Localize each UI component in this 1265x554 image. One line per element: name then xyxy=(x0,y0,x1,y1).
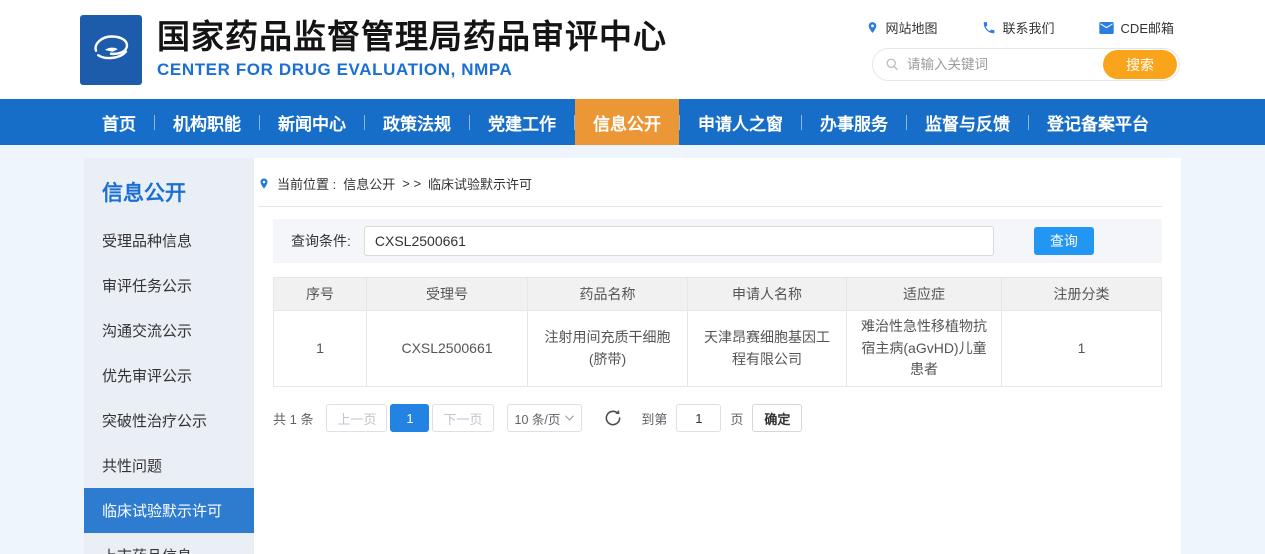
cde-swallow-icon xyxy=(87,23,135,76)
mail-icon xyxy=(1099,22,1114,34)
confirm-button[interactable]: 确定 xyxy=(752,404,802,432)
breadcrumb-separator: > > xyxy=(402,176,421,191)
content-wrap: 信息公开 受理品种信息审评任务公示沟通交流公示优先审评公示突破性治疗公示共性问题… xyxy=(84,158,1181,554)
site-header: 国家药品监督管理局药品审评中心 CENTER FOR DRUG EVALUATI… xyxy=(0,0,1265,99)
table-header-cell: 注册分类 xyxy=(1002,278,1162,311)
site-search-bar: 搜索 xyxy=(872,48,1180,81)
next-page-button[interactable]: 下一页 xyxy=(432,404,493,432)
goto-page-unit: 页 xyxy=(730,409,743,428)
table-cell: CXSL2500661 xyxy=(367,311,528,387)
sidebar-item-1[interactable]: 审评任务公示 xyxy=(84,263,254,308)
prev-page-button[interactable]: 上一页 xyxy=(326,404,387,432)
main-navbar: 首页机构职能新闻中心政策法规党建工作信息公开申请人之窗办事服务监督与反馈登记备案… xyxy=(0,99,1265,145)
table-header-cell: 序号 xyxy=(274,278,367,311)
site-subtitle: CENTER FOR DRUG EVALUATION, NMPA xyxy=(157,60,667,80)
search-icon xyxy=(885,57,900,72)
table-header-row: 序号受理号药品名称申请人名称适应症注册分类 xyxy=(274,278,1162,311)
nav-item-3[interactable]: 政策法规 xyxy=(365,99,469,145)
site-title: 国家药品监督管理局药品审评中心 xyxy=(157,19,667,55)
refresh-icon[interactable] xyxy=(603,408,623,428)
site-search-button[interactable]: 搜索 xyxy=(1103,50,1177,79)
pagination: 共 1 条 上一页 1 下一页 10 条/页 xyxy=(273,404,1162,432)
sidebar-title: 信息公开 xyxy=(84,158,254,218)
phone-icon xyxy=(982,21,996,35)
table-cell: 1 xyxy=(1002,311,1162,387)
sidebar-item-5[interactable]: 共性问题 xyxy=(84,443,254,488)
nav-item-5[interactable]: 信息公开 xyxy=(575,99,679,145)
pagination-total: 共 1 条 xyxy=(273,409,313,428)
nav-item-8[interactable]: 监督与反馈 xyxy=(907,99,1028,145)
table-cell: 注射用间充质干细胞(脐带) xyxy=(528,311,688,387)
nav-item-0[interactable]: 首页 xyxy=(84,99,154,145)
sidebar-item-4[interactable]: 突破性治疗公示 xyxy=(84,398,254,443)
nav-item-4[interactable]: 党建工作 xyxy=(470,99,574,145)
table-cell: 天津昂赛细胞基因工程有限公司 xyxy=(688,311,847,387)
page-size-select[interactable]: 10 条/页 xyxy=(507,404,583,432)
quick-links: 网站地图 联系我们 CDE邮箱 xyxy=(866,18,1174,37)
sidebar-item-2[interactable]: 沟通交流公示 xyxy=(84,308,254,353)
table-header-cell: 受理号 xyxy=(367,278,528,311)
sidebar-item-3[interactable]: 优先审评公示 xyxy=(84,353,254,398)
goto-page-label: 到第 xyxy=(641,409,667,428)
header-right: 网站地图 联系我们 CDE邮箱 xyxy=(866,18,1180,81)
main-nav: 首页机构职能新闻中心政策法规党建工作信息公开申请人之窗办事服务监督与反馈登记备案… xyxy=(84,99,1181,145)
location-pin-icon xyxy=(866,20,879,35)
table-body: 1CXSL2500661注射用间充质干细胞(脐带)天津昂赛细胞基因工程有限公司难… xyxy=(274,311,1162,387)
goto-page-input[interactable] xyxy=(676,404,721,432)
table-cell: 难治性急性移植物抗宿主病(aGvHD)儿童患者 xyxy=(847,311,1002,387)
sidebar-item-7[interactable]: 上市药品信息 xyxy=(84,533,254,554)
table-row: 1CXSL2500661注射用间充质干细胞(脐带)天津昂赛细胞基因工程有限公司难… xyxy=(274,311,1162,387)
page-size-value: 10 条/页 xyxy=(515,409,561,428)
breadcrumb: 当前位置 : 信息公开 > > 临床试验默示许可 xyxy=(258,171,1162,207)
sidebar-item-0[interactable]: 受理品种信息 xyxy=(84,218,254,263)
cde-mail-link[interactable]: CDE邮箱 xyxy=(1099,18,1174,37)
breadcrumb-current[interactable]: 临床试验默示许可 xyxy=(428,174,532,193)
site-titles: 国家药品监督管理局药品审评中心 CENTER FOR DRUG EVALUATI… xyxy=(157,19,667,79)
query-input[interactable] xyxy=(364,226,994,256)
sitemap-label: 网站地图 xyxy=(886,18,938,37)
sitemap-link[interactable]: 网站地图 xyxy=(866,18,938,37)
sidebar-menu: 受理品种信息审评任务公示沟通交流公示优先审评公示突破性治疗公示共性问题临床试验默… xyxy=(84,218,254,554)
nav-item-2[interactable]: 新闻中心 xyxy=(260,99,364,145)
breadcrumb-label: 当前位置 : xyxy=(277,174,336,193)
query-button[interactable]: 查询 xyxy=(1034,227,1094,255)
table-header-cell: 适应症 xyxy=(847,278,1002,311)
logo-block: 国家药品监督管理局药品审评中心 CENTER FOR DRUG EVALUATI… xyxy=(80,15,667,85)
chevron-down-icon xyxy=(565,415,574,421)
table-header-cell: 申请人名称 xyxy=(688,278,847,311)
results-table: 序号受理号药品名称申请人名称适应症注册分类 1CXSL2500661注射用间充质… xyxy=(273,277,1162,387)
breadcrumb-pin-icon xyxy=(258,176,270,191)
nav-item-1[interactable]: 机构职能 xyxy=(155,99,259,145)
table-header-cell: 药品名称 xyxy=(528,278,688,311)
cde-logo xyxy=(80,15,142,85)
sidebar: 信息公开 受理品种信息审评任务公示沟通交流公示优先审评公示突破性治疗公示共性问题… xyxy=(84,158,254,554)
table-cell: 1 xyxy=(274,311,367,387)
nav-item-7[interactable]: 办事服务 xyxy=(802,99,906,145)
query-label: 查询条件: xyxy=(291,231,351,251)
main-content: 当前位置 : 信息公开 > > 临床试验默示许可 查询条件: 查询 序号受理号药… xyxy=(254,158,1181,554)
breadcrumb-section[interactable]: 信息公开 xyxy=(343,174,395,193)
contact-link[interactable]: 联系我们 xyxy=(982,18,1055,37)
cde-mail-label: CDE邮箱 xyxy=(1121,18,1174,37)
nav-item-6[interactable]: 申请人之窗 xyxy=(680,99,801,145)
page-body: 信息公开 受理品种信息审评任务公示沟通交流公示优先审评公示突破性治疗公示共性问题… xyxy=(0,145,1265,554)
sidebar-item-6[interactable]: 临床试验默示许可 xyxy=(84,488,254,533)
nav-item-9[interactable]: 登记备案平台 xyxy=(1029,99,1167,145)
query-bar: 查询条件: 查询 xyxy=(273,219,1162,263)
page-1-button[interactable]: 1 xyxy=(390,404,429,432)
contact-label: 联系我们 xyxy=(1003,18,1055,37)
